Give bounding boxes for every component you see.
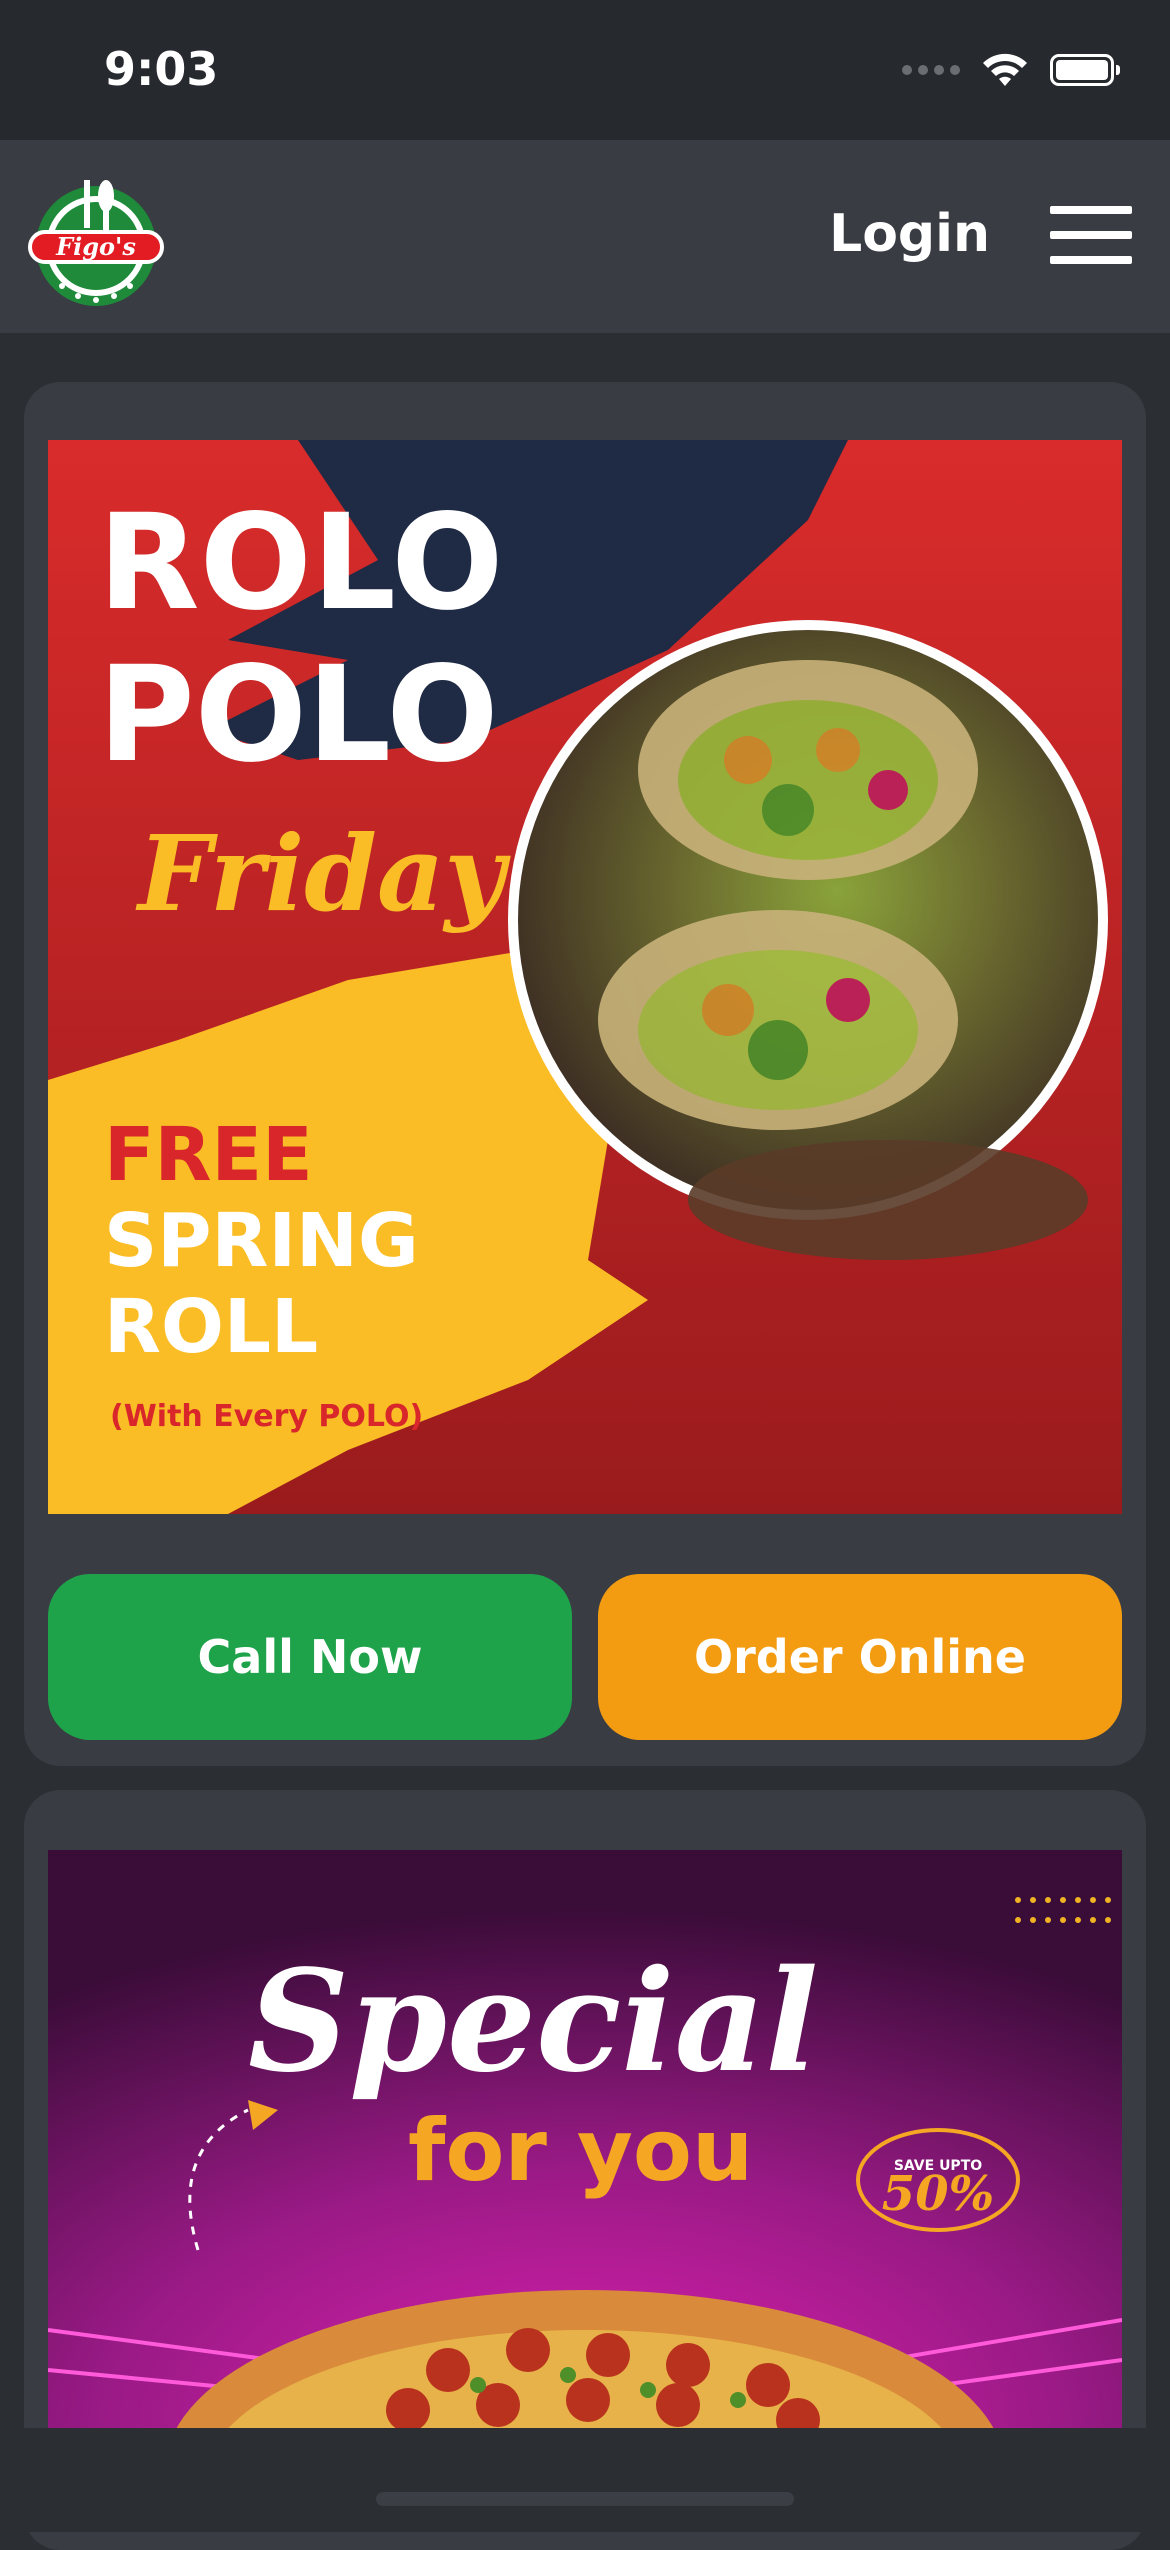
home-indicator[interactable] <box>376 2492 794 2506</box>
logo-icon[interactable]: Figo's <box>22 170 170 310</box>
offer-line2: SPRING <box>104 1198 419 1284</box>
rolo-polo-banner[interactable]: ROLO POLO Friday FREE SPRING ROLL (With … <box>48 440 1122 1514</box>
status-time: 9:03 <box>104 42 219 96</box>
promo-day: Friday <box>135 812 511 935</box>
special-subline: for you <box>408 2101 753 2201</box>
offer-line1: FREE <box>104 1112 313 1198</box>
call-now-button[interactable]: Call Now <box>48 1574 572 1740</box>
save-badge-value: 50% <box>882 2166 994 2222</box>
order-online-button[interactable]: Order Online <box>598 1574 1122 1740</box>
wifi-icon <box>983 53 1027 86</box>
svg-text:Figo's: Figo's <box>55 232 136 261</box>
battery-icon <box>1050 54 1120 86</box>
login-link[interactable]: Login <box>829 204 990 264</box>
signal-icon <box>902 65 960 75</box>
special-headline: Special <box>248 1940 818 2104</box>
bottom-safe-area <box>0 2428 1170 2532</box>
promo-title-line1: ROLO <box>98 486 503 640</box>
promo-card: ROLO POLO Friday FREE SPRING ROLL (With … <box>24 382 1146 1766</box>
app-header: Figo's Login <box>0 140 1170 333</box>
menu-icon[interactable] <box>1050 206 1132 264</box>
offer-note: (With Every POLO) <box>110 1399 423 1434</box>
status-icons <box>902 52 1120 88</box>
offer-line3: ROLL <box>104 1284 318 1370</box>
promo-title-line2: POLO <box>98 638 499 792</box>
special-banner[interactable]: Special for you SAVE UPTO 50% <box>48 1850 1122 2430</box>
status-bar: 9:03 <box>0 0 1170 140</box>
